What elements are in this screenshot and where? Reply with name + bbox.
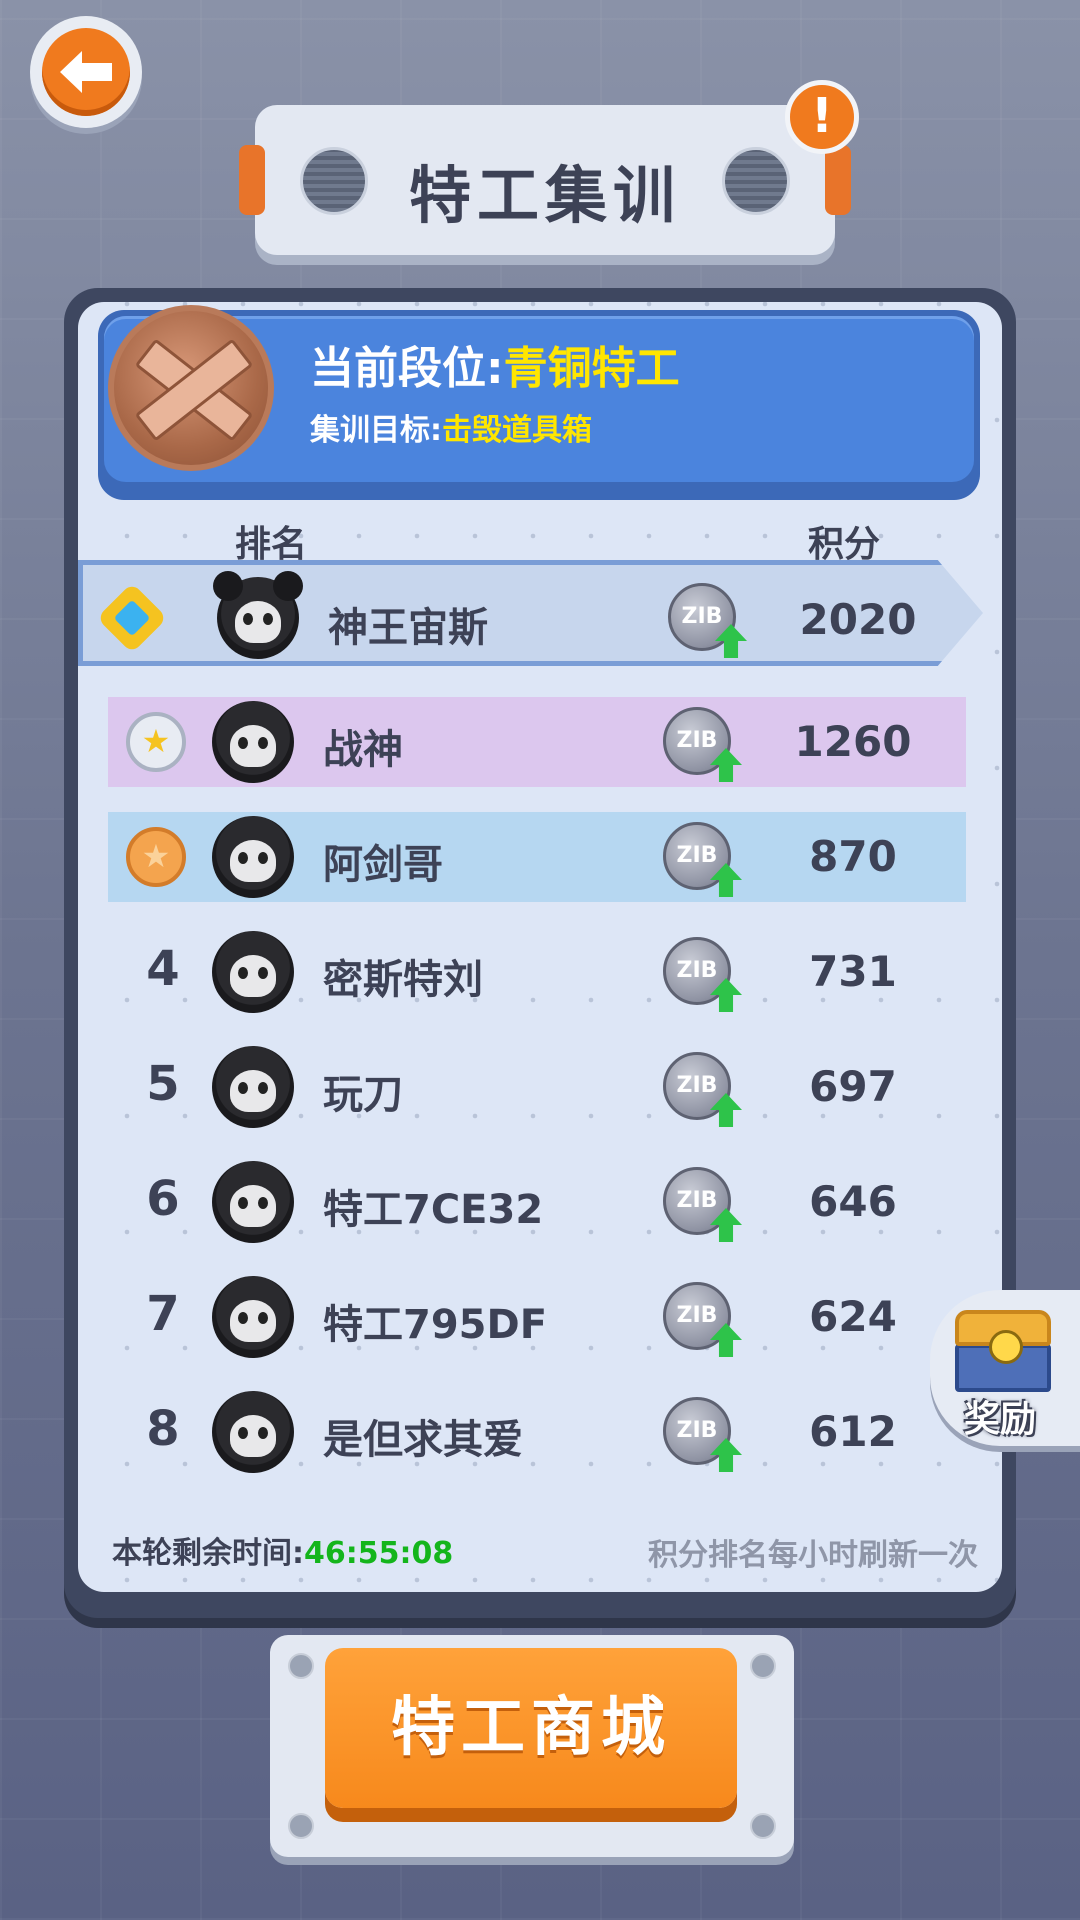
page-title: 特工集训 <box>408 159 681 232</box>
player-name: 阿剑哥 <box>323 842 443 888</box>
leaderboard-row[interactable]: 阿剑哥 ZIB 870 <box>108 812 966 902</box>
rank-number: 7 <box>146 1286 180 1342</box>
reward-label: 奖励 <box>964 1399 1037 1440</box>
leaderboard-row[interactable]: 6 特工7CE32 ZIB 646 <box>108 1157 966 1247</box>
player-name: 特工795DF <box>323 1302 548 1348</box>
rank-prefix: 当前段位: <box>310 343 504 394</box>
leaderboard-row[interactable]: 4 密斯特刘 ZIB 731 <box>108 927 966 1017</box>
player-score: 624 <box>809 1292 897 1341</box>
rank-value: 青铜特工 <box>503 343 680 394</box>
avatar <box>212 701 294 783</box>
zib-coin-icon: ZIB <box>663 707 742 782</box>
info-button[interactable]: ! <box>785 80 859 154</box>
leaderboard-row[interactable]: 8 是但求其爱 ZIB 612 <box>108 1387 966 1477</box>
screw-icon <box>750 1653 776 1679</box>
leaderboard-row[interactable]: 战神 ZIB 1260 <box>108 697 966 787</box>
rank-number: 5 <box>146 1056 180 1112</box>
avatar <box>212 931 294 1013</box>
reward-button[interactable]: 奖励 <box>930 1290 1080 1446</box>
zib-coin-icon: ZIB <box>668 583 747 658</box>
leaderboard-row-self[interactable]: 神王宙斯 ZIB 2020 <box>78 560 983 666</box>
player-score: 731 <box>809 947 897 996</box>
player-score: 612 <box>809 1407 897 1456</box>
player-name: 神王宙斯 <box>328 605 488 651</box>
up-arrow-icon <box>710 863 742 897</box>
zib-coin-icon: ZIB <box>663 822 742 897</box>
player-name: 玩刀 <box>323 1072 403 1118</box>
avatar <box>213 571 303 659</box>
up-arrow-icon <box>710 1438 742 1472</box>
column-header-rank: 排名 <box>235 524 308 565</box>
rank-number: 8 <box>146 1401 180 1457</box>
zib-coin-icon: ZIB <box>663 937 742 1012</box>
player-name: 战神 <box>323 727 403 773</box>
zib-coin-icon: ZIB <box>663 1052 742 1127</box>
up-arrow-icon <box>710 978 742 1012</box>
player-score: 646 <box>809 1177 897 1226</box>
avatar <box>212 1046 294 1128</box>
bronze-medal-icon <box>126 827 186 887</box>
refresh-note: 积分排名每小时刷新一次 <box>648 1538 978 1573</box>
silver-medal-icon <box>126 712 186 772</box>
treasure-chest-icon <box>955 1310 1051 1392</box>
arrow-left-icon <box>42 28 130 116</box>
leaderboard-row[interactable]: 7 特工795DF ZIB 624 <box>108 1272 966 1362</box>
back-button[interactable] <box>30 16 142 128</box>
agent-shop-button[interactable]: 特工商城 <box>325 1648 737 1808</box>
avatar <box>212 1161 294 1243</box>
timer-label: 本轮剩余时间: <box>112 1536 304 1571</box>
goal-prefix: 集训目标: <box>310 413 442 448</box>
avatar <box>212 1391 294 1473</box>
player-name: 是但求其爱 <box>323 1417 523 1463</box>
up-arrow-icon <box>710 748 742 782</box>
screw-icon <box>288 1813 314 1839</box>
up-arrow-icon <box>710 1208 742 1242</box>
player-score: 697 <box>809 1062 897 1111</box>
zib-coin-icon: ZIB <box>663 1397 742 1472</box>
diamond-medal-icon <box>96 582 168 654</box>
up-arrow-icon <box>710 1323 742 1357</box>
player-name: 特工7CE32 <box>323 1187 544 1233</box>
column-header-score: 积分 <box>808 524 881 565</box>
player-score: 2020 <box>799 595 917 644</box>
bronze-rank-badge-icon <box>108 305 274 471</box>
avatar <box>212 1276 294 1358</box>
zib-coin-icon: ZIB <box>663 1282 742 1357</box>
training-goal-label: 集训目标:击毁道具箱 <box>310 405 592 449</box>
timer-value: 46:55:08 <box>304 1536 454 1571</box>
avatar <box>212 816 294 898</box>
title-plaque: 特工集训 <box>239 105 851 255</box>
screw-icon <box>750 1813 776 1839</box>
rank-number: 6 <box>146 1171 180 1227</box>
goal-value: 击毁道具箱 <box>442 413 592 448</box>
player-score: 1260 <box>794 717 912 766</box>
up-arrow-icon <box>715 624 747 658</box>
round-timer: 本轮剩余时间:46:55:08 <box>112 1528 453 1572</box>
leaderboard-row[interactable]: 5 玩刀 ZIB 697 <box>108 1042 966 1132</box>
current-rank-label: 当前段位:青铜特工 <box>310 332 680 396</box>
screw-icon <box>288 1653 314 1679</box>
rank-number: 4 <box>146 941 180 997</box>
up-arrow-icon <box>710 1093 742 1127</box>
zib-coin-icon: ZIB <box>663 1167 742 1242</box>
player-name: 密斯特刘 <box>323 957 483 1003</box>
player-score: 870 <box>809 832 897 881</box>
